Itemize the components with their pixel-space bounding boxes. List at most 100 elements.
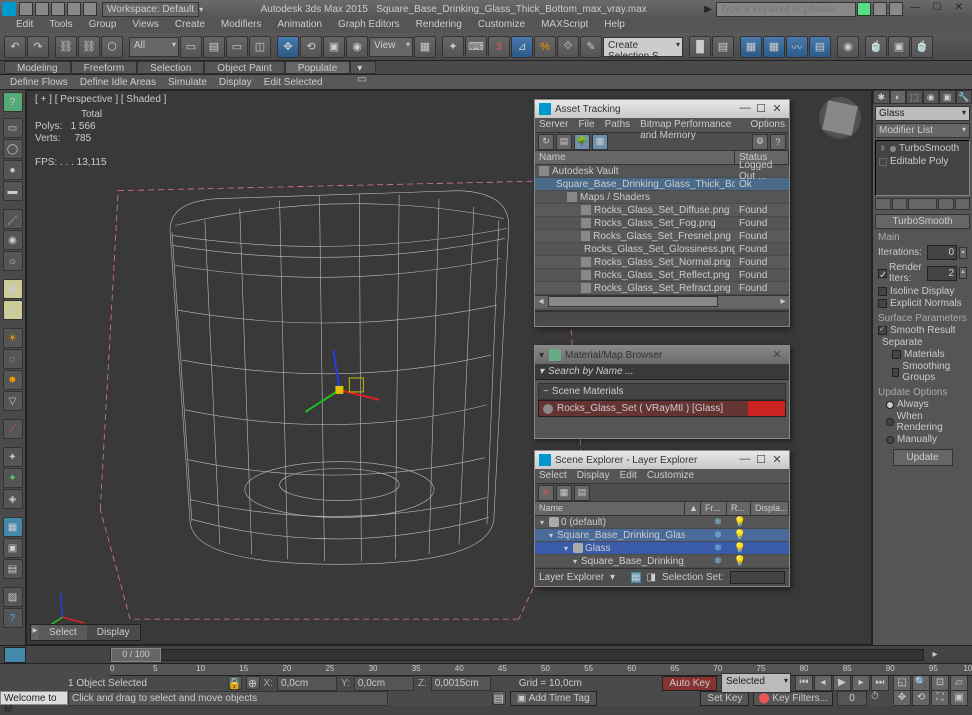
nav-maxview-button[interactable]: ⛶ [931, 690, 949, 706]
asset-highlight-button[interactable]: ▤ [556, 134, 572, 150]
scene-menu-select[interactable]: Select [539, 469, 567, 483]
scene-newlayer-button[interactable]: ▦ [556, 485, 572, 501]
menu-group[interactable]: Group [81, 18, 125, 33]
cmd-motion-tab[interactable]: ◉ [923, 90, 940, 104]
rotate-button[interactable]: ⟲ [300, 36, 322, 58]
selection-filter[interactable]: All [129, 37, 179, 57]
scene-filter-button[interactable]: ◨ [647, 572, 656, 583]
rollout-turbosmooth[interactable]: TurboSmooth [875, 214, 970, 229]
minimize-button[interactable]: — [906, 2, 924, 16]
cmd-utilities-tab[interactable]: 🔧 [956, 90, 972, 104]
explicit-check[interactable] [878, 299, 887, 308]
scene-col-display[interactable]: Displa... [751, 502, 789, 515]
scene-menu-customize[interactable]: Customize [647, 469, 694, 483]
menu-help[interactable]: Help [596, 18, 633, 33]
lb-editpoly-icon[interactable]: ▣ [3, 538, 23, 558]
asset-row[interactable]: Rocks_Glass_Set_Glossiness.pngFound [535, 243, 789, 256]
time-config-button[interactable]: ⏱ [871, 691, 889, 705]
ribbon-toggle-button[interactable]: ▦ [763, 36, 785, 58]
vpmode-select[interactable]: Select [39, 625, 87, 640]
asset-tree-button[interactable]: 🌳 [574, 134, 590, 150]
vpmode-display[interactable]: Display [87, 625, 140, 640]
placement-button[interactable]: ◉ [346, 36, 368, 58]
bind-button[interactable]: ⬡ [101, 36, 123, 58]
asset-row[interactable]: Rocks_Glass_Set_Diffuse.pngFound [535, 204, 789, 217]
asset-row[interactable]: Rocks_Glass_Set_Reflect.pngFound [535, 269, 789, 282]
isoline-check[interactable] [878, 287, 887, 296]
lb-space-icon[interactable]: ◈ [3, 489, 23, 509]
link-button[interactable]: ⛓ [55, 36, 77, 58]
ribbon-freeform[interactable]: Freeform [71, 61, 138, 74]
stack-unique-button[interactable] [908, 198, 937, 210]
menu-animation[interactable]: Animation [269, 18, 329, 33]
update-manual-radio[interactable] [886, 436, 894, 444]
asset-menu-options[interactable]: Options [751, 118, 785, 132]
asset-menu-file[interactable]: File [578, 118, 594, 132]
scene-addto-button[interactable]: ▤ [574, 485, 590, 501]
render-button[interactable]: 🍵 [911, 36, 933, 58]
ribbon-objectpaint[interactable]: Object Paint [204, 61, 284, 74]
mat-item[interactable]: Rocks_Glass_Set ( VRayMtl ) [Glass] [538, 400, 786, 417]
lb-unwrap-icon[interactable]: ▨ [3, 587, 23, 607]
undo-icon[interactable] [67, 2, 81, 16]
lb-area-icon[interactable]: ◌ [3, 349, 23, 369]
select-name-button[interactable]: ▤ [203, 36, 225, 58]
ribbon-selection[interactable]: Selection [137, 61, 204, 74]
nav-zoomall-button[interactable]: ⊡ [931, 675, 949, 691]
asset-refresh-button[interactable]: ↻ [538, 134, 554, 150]
exchange-icon[interactable] [873, 2, 887, 16]
mat-editor-button[interactable]: ◉ [837, 36, 859, 58]
redo-icon[interactable] [83, 2, 97, 16]
stack-turbosmooth[interactable]: TurboSmooth [899, 143, 959, 154]
asset-close-button[interactable]: ✕ [769, 102, 785, 116]
asset-row[interactable]: Rocks_Glass_Set_Fog.pngFound [535, 217, 789, 230]
coord-x[interactable]: 0,0cm [277, 676, 337, 691]
asset-row[interactable]: Rocks_Glass_Set_Refract.pngFound [535, 282, 789, 295]
update-always-radio[interactable] [886, 401, 894, 409]
renderiters-check[interactable]: ✓ [878, 269, 887, 278]
scene-selset-combo[interactable] [730, 571, 785, 584]
goto-end-button[interactable]: ⏭ [871, 675, 889, 691]
sub-simulate[interactable]: Simulate [162, 75, 213, 89]
manip-button[interactable]: ✦ [442, 36, 464, 58]
lb-omni-icon[interactable]: ✸ [3, 370, 23, 390]
scale-button[interactable]: ▣ [323, 36, 345, 58]
stack-remove-button[interactable] [938, 198, 954, 210]
lock-sel-button[interactable]: 🔒 [228, 676, 242, 690]
scene-col-name[interactable]: Name [535, 502, 685, 515]
menu-modifiers[interactable]: Modifiers [213, 18, 270, 33]
asset-row[interactable]: Rocks_Glass_Set_Fresnel.pngFound [535, 230, 789, 243]
asset-opt-button[interactable]: ⚙ [752, 134, 768, 150]
scene-menu-display[interactable]: Display [577, 469, 610, 483]
angle-snap-button[interactable]: ⊿ [511, 36, 533, 58]
lb-bake-icon[interactable]: ▦ [3, 279, 23, 299]
lb-light-icon[interactable]: ☼ [3, 251, 23, 271]
asset-menu-bitmap[interactable]: Bitmap Performance and Memory [640, 118, 740, 132]
edit-selset-button[interactable]: ✎ [580, 36, 602, 58]
asset-hscroll[interactable]: ◂▸ [535, 295, 789, 308]
align-button[interactable]: ▤ [712, 36, 734, 58]
mat-close-button[interactable]: ✕ [769, 348, 785, 362]
addtimetag-button[interactable]: ▣ Add Time Tag [510, 691, 597, 706]
stack-config-button[interactable] [955, 198, 971, 210]
snap-toggle-button[interactable]: 3 [488, 36, 510, 58]
asset-min-button[interactable]: — [737, 102, 753, 116]
open-icon[interactable] [35, 2, 49, 16]
window-crossing-button[interactable]: ◫ [249, 36, 271, 58]
nav-zoomext-button[interactable]: ▣ [950, 690, 968, 706]
abs-rel-button[interactable]: ⊕ [246, 676, 260, 690]
scene-col-sort[interactable]: ▲ [685, 502, 701, 515]
asset-col-name[interactable]: Name [535, 151, 735, 164]
sep-smgroups-check[interactable] [892, 368, 899, 377]
schematic-button[interactable]: ▤ [809, 36, 831, 58]
lb-bone-icon[interactable]: ⟋ [3, 419, 23, 439]
named-selset[interactable]: Create Selection S [603, 37, 683, 57]
layer-explorer-button[interactable]: ▦ [740, 36, 762, 58]
asset-max-button[interactable]: ☐ [753, 102, 769, 116]
mat-section-scene[interactable]: −Scene Materials [538, 383, 786, 400]
lb-spot-icon[interactable]: ▽ [3, 391, 23, 411]
scene-row[interactable]: ▾Square_Base_Drinking_Glass_Thick_Bottom… [535, 529, 789, 542]
lb-sun-icon[interactable]: ☀ [3, 328, 23, 348]
viewport-label[interactable]: [ + ] [ Perspective ] [ Shaded ] [35, 94, 166, 105]
iterations-spinner[interactable]: 0 [927, 245, 957, 260]
